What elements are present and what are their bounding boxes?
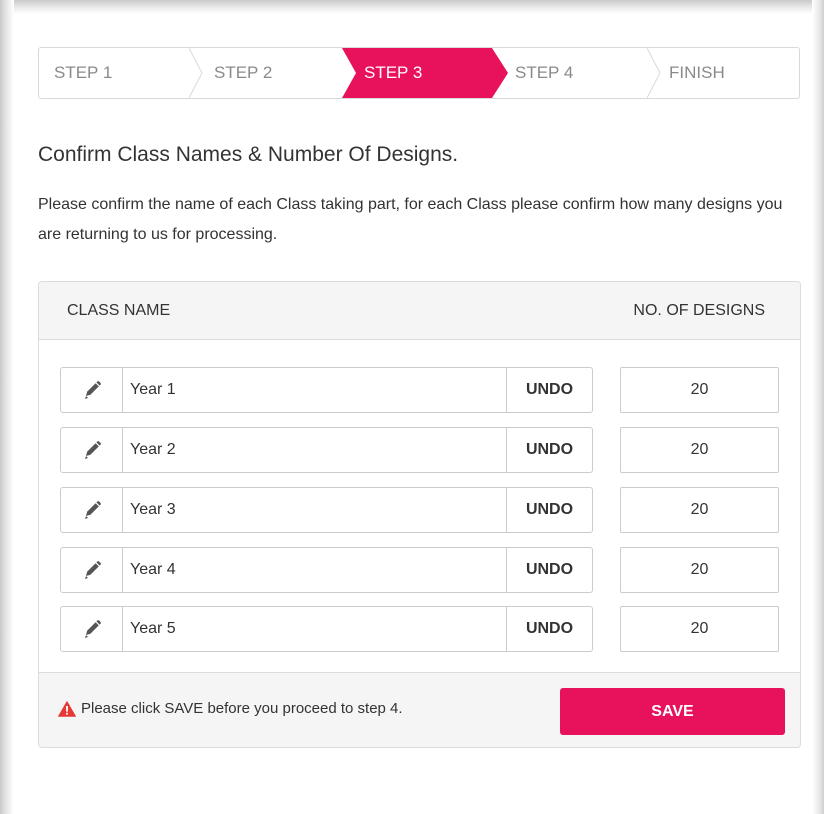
step-2[interactable]: STEP 2 <box>214 48 272 98</box>
class-row: UNDO <box>60 487 780 533</box>
designs-count-input[interactable] <box>620 547 779 593</box>
undo-button[interactable]: UNDO <box>506 487 593 533</box>
undo-button[interactable]: UNDO <box>506 427 593 473</box>
page-description: Please confirm the name of each Class ta… <box>38 196 783 243</box>
class-name-input[interactable] <box>122 487 507 533</box>
window-shadow-left <box>0 0 14 814</box>
edit-class-button[interactable] <box>60 487 123 533</box>
step-separator <box>647 48 661 98</box>
wizard-stepper: STEP 1 STEP 2 STEP 3 STEP 4 FINISH <box>38 47 800 99</box>
warning-text: Please click SAVE before you proceed to … <box>81 700 403 717</box>
column-header-class-name: CLASS NAME <box>67 302 171 319</box>
designs-count-input[interactable] <box>620 606 779 652</box>
save-warning: Please click SAVE before you proceed to … <box>58 700 403 717</box>
designs-count-input[interactable] <box>620 487 779 533</box>
pencil-icon <box>84 620 101 638</box>
window-shadow-top <box>0 0 824 14</box>
undo-button[interactable]: UNDO <box>506 367 593 413</box>
undo-button[interactable]: UNDO <box>506 606 593 652</box>
edit-class-button[interactable] <box>60 427 123 473</box>
undo-button[interactable]: UNDO <box>506 547 593 593</box>
class-name-input[interactable] <box>122 367 507 413</box>
warning-triangle-icon <box>58 700 76 717</box>
class-name-input[interactable] <box>122 427 507 473</box>
classes-panel: CLASS NAME NO. OF DESIGNS UNDO UNDO <box>38 281 801 748</box>
table-header: CLASS NAME NO. OF DESIGNS <box>39 282 800 340</box>
class-row: UNDO <box>60 427 780 473</box>
class-row: UNDO <box>60 547 780 593</box>
step-1[interactable]: STEP 1 <box>54 48 112 98</box>
page-title: Confirm Class Names & Number Of Designs. <box>38 143 459 166</box>
edit-class-button[interactable] <box>60 606 123 652</box>
column-header-designs: NO. OF DESIGNS <box>633 302 765 319</box>
class-name-input[interactable] <box>122 606 507 652</box>
panel-footer: Please click SAVE before you proceed to … <box>39 672 800 747</box>
designs-count-input[interactable] <box>620 427 779 473</box>
pencil-icon <box>84 441 101 459</box>
step-3[interactable]: STEP 3 <box>364 48 422 98</box>
edit-class-button[interactable] <box>60 367 123 413</box>
step-finish[interactable]: FINISH <box>669 48 725 98</box>
save-button[interactable]: SAVE <box>560 688 785 735</box>
class-row: UNDO <box>60 367 780 413</box>
pencil-icon <box>84 501 101 519</box>
class-name-input[interactable] <box>122 547 507 593</box>
class-row: UNDO <box>60 606 780 652</box>
pencil-icon <box>84 381 101 399</box>
step-separator <box>189 48 203 98</box>
window-shadow-right <box>812 0 824 814</box>
pencil-icon <box>84 561 101 579</box>
edit-class-button[interactable] <box>60 547 123 593</box>
step-4[interactable]: STEP 4 <box>515 48 573 98</box>
designs-count-input[interactable] <box>620 367 779 413</box>
